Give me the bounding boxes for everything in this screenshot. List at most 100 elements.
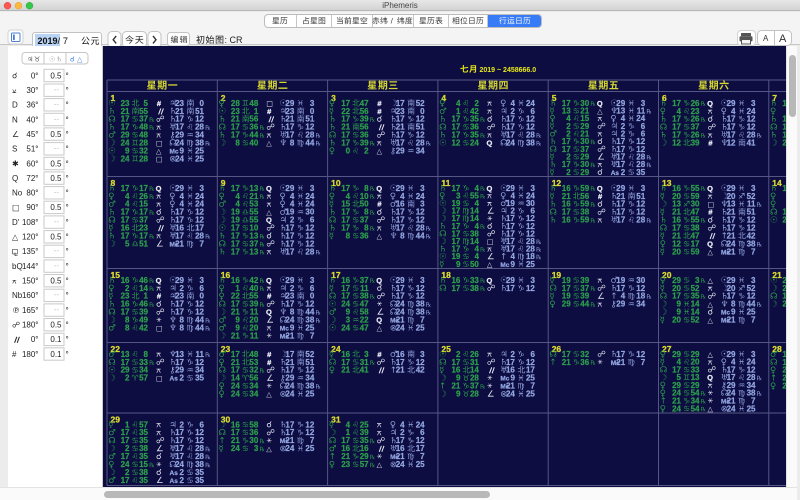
svg-text:0.5: 0.5 [50,174,62,183]
svg-text:30: 30 [221,414,231,424]
svg-text:36: 36 [360,232,369,241]
svg-text:17: 17 [231,247,240,256]
svg-text:51: 51 [139,240,148,249]
svg-text:Q: Q [487,139,493,148]
svg-text:20: 20 [672,247,681,256]
svg-text:°: ° [66,291,69,300]
svg-text:°: ° [66,159,69,168]
svg-text:52: 52 [691,316,700,325]
svg-text:As: As [170,470,179,477]
svg-text:2: 2 [180,374,185,383]
svg-text:29: 29 [396,147,405,156]
svg-text:12: 12 [451,139,460,148]
svg-text:Q: Q [376,316,382,325]
svg-text:25: 25 [747,404,756,413]
svg-text:8: 8 [346,232,351,241]
svg-text:0.5: 0.5 [50,203,62,212]
svg-text:29: 29 [616,300,625,309]
svg-text:°: ° [66,321,69,330]
svg-text:135°: 135° [22,247,39,256]
svg-text:Q: Q [707,99,713,108]
svg-text:144°: 144° [22,262,39,271]
svg-text:°: ° [66,130,69,139]
svg-text:#: # [12,350,17,359]
svg-text:7: 7 [751,316,756,325]
svg-text:8: 8 [235,139,240,148]
svg-text:No: No [12,189,23,198]
svg-text:Mc: Mc [500,262,509,269]
svg-text:16: 16 [562,216,571,225]
svg-text:°: ° [66,71,69,80]
svg-text:38: 38 [470,284,479,293]
svg-text:N: N [12,115,18,124]
svg-text:21: 21 [231,331,240,340]
svg-text:24: 24 [121,154,130,163]
svg-text:20: 20 [662,270,672,280]
svg-text:As: As [170,478,179,485]
svg-text:24: 24 [175,154,184,163]
svg-text:2: 2 [621,168,626,177]
svg-text:7: 7 [310,331,315,340]
svg-text:44: 44 [195,324,204,333]
svg-text:10: 10 [331,178,341,188]
svg-text:29: 29 [580,168,589,177]
svg-text:0.5: 0.5 [50,233,62,242]
svg-text:40°: 40° [26,115,38,124]
svg-text:8: 8 [111,178,116,188]
svg-text:7: 7 [751,247,756,256]
svg-text:24: 24 [470,139,479,148]
svg-text:90°: 90° [26,203,38,212]
svg-text:°: ° [66,335,69,344]
svg-text:12: 12 [552,178,562,188]
svg-text:0.5: 0.5 [50,159,62,168]
svg-text:21: 21 [175,240,184,249]
svg-text:31: 31 [331,414,341,424]
svg-text:#: # [377,200,382,209]
svg-text:36°: 36° [26,101,38,110]
svg-text:29: 29 [111,414,121,424]
svg-text:44: 44 [416,232,425,241]
svg-text:2: 2 [125,374,130,383]
svg-text:120°: 120° [22,233,39,242]
svg-text:Q: Q [376,276,382,285]
svg-text:41: 41 [747,139,756,148]
svg-text:30°: 30° [26,86,38,95]
svg-text:80°: 80° [26,189,38,198]
svg-text:38: 38 [526,139,535,148]
svg-text:14: 14 [772,178,782,188]
svg-text:#: # [377,107,382,116]
svg-text:#: # [377,350,382,359]
svg-text:°: ° [66,203,69,212]
svg-text:24: 24 [506,139,515,148]
svg-text:34: 34 [636,300,645,309]
svg-text:A: A [763,34,769,43]
svg-text:0°: 0° [31,335,39,344]
svg-text:°: ° [66,218,69,227]
svg-text:28: 28 [470,390,479,399]
svg-text:2: 2 [566,168,571,177]
svg-text:0.5: 0.5 [50,130,62,139]
svg-text:°: ° [66,101,69,110]
svg-text:19: 19 [552,270,562,280]
svg-text:12: 12 [672,139,681,148]
svg-text:47: 47 [360,324,369,333]
svg-text:--: -- [54,290,60,299]
svg-text:#: # [708,208,713,217]
svg-text:0.1: 0.1 [50,335,62,344]
svg-text:28: 28 [636,216,645,225]
svg-text:7: 7 [200,240,205,249]
svg-text:35: 35 [139,476,148,485]
svg-text:24: 24 [231,390,240,399]
svg-text:--: -- [54,114,60,123]
svg-text:0.5: 0.5 [50,321,62,330]
svg-text:--: -- [54,85,60,94]
svg-text:24: 24 [396,324,405,333]
svg-text:#: # [267,292,272,301]
svg-text:3: 3 [254,444,259,453]
svg-text:Q: Q [266,216,272,225]
svg-text:8: 8 [125,324,130,333]
svg-text:165°: 165° [22,306,39,315]
svg-text:2019: 2019 [37,36,57,46]
svg-text:6: 6 [662,93,667,103]
svg-text:24: 24 [506,390,515,399]
